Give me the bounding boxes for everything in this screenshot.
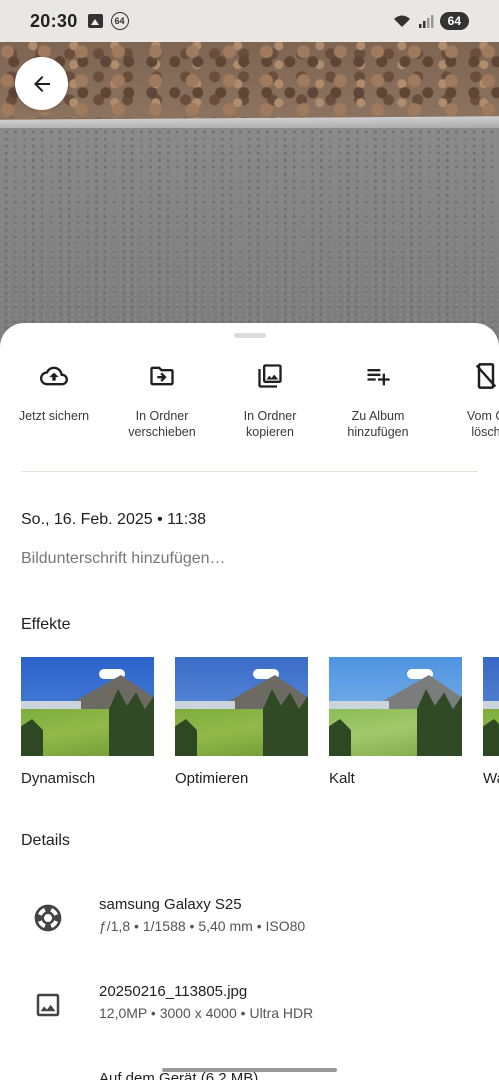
status-right: 64 <box>392 12 469 30</box>
effect-warm[interactable]: Wa <box>483 657 499 787</box>
detail-row-camera: samsung Galaxy S25 ƒ/1,8 • 1/1588 • 5,40… <box>0 896 499 956</box>
camera-model: samsung Galaxy S25 <box>99 896 242 913</box>
status-bar: 20:30 64 64 <box>0 0 499 42</box>
folder-move-icon <box>150 366 174 386</box>
action-row: Jetzt sichern In Ordner verschieben In O… <box>0 358 499 440</box>
action-label: In Ordner kopieren <box>243 409 297 439</box>
megapixels: 12,0MP <box>99 1005 147 1021</box>
action-delete-from-device[interactable]: Vom G lösch <box>432 358 499 440</box>
action-label: Vom G lösch <box>466 409 499 439</box>
notification-badge: 64 <box>110 12 129 30</box>
aperture-value: ƒ/1,8 <box>99 918 131 934</box>
action-copy-to-folder[interactable]: In Ordner kopieren <box>216 358 324 440</box>
photo-date-time: So., 16. Feb. 2025 • 11:38 <box>21 511 206 529</box>
effect-thumbnail <box>21 657 154 756</box>
detail-row-file: 20250216_113805.jpg 12,0MP • 3000 x 4000… <box>0 983 499 1043</box>
playlist-add-icon <box>367 369 390 386</box>
effect-label: Optimieren <box>175 770 249 787</box>
photo-time: 11:38 <box>167 511 207 528</box>
separator-dot: • <box>157 511 168 528</box>
action-label: Jetzt sichern <box>18 409 90 423</box>
effect-cool[interactable]: Kalt <box>329 657 462 787</box>
file-specs: 12,0MP • 3000 x 4000 • Ultra HDR <box>99 1005 313 1021</box>
separator-dot: • <box>134 918 143 934</box>
back-button[interactable] <box>15 57 68 110</box>
details-sheet: Jetzt sichern In Ordner verschieben In O… <box>0 323 499 1080</box>
divider <box>21 471 478 472</box>
iso-value: ISO80 <box>265 918 306 934</box>
image-file-icon <box>36 993 60 1017</box>
image-icon <box>87 14 103 28</box>
status-time: 20:30 <box>30 10 78 31</box>
caption-input[interactable]: Bildunterschrift hinzufügen… <box>21 550 226 568</box>
camera-specs: ƒ/1,8 • 1/1588 • 5,40 mm • ISO80 <box>99 918 305 934</box>
status-left: 20:30 64 <box>30 11 129 32</box>
action-move-to-folder[interactable]: In Ordner verschieben <box>108 358 216 440</box>
effects-title: Effekte <box>21 616 71 633</box>
effect-thumbnail <box>483 657 499 756</box>
effects-row: Dynamisch Optimieren Kalt W <box>21 657 499 787</box>
effect-dynamic[interactable]: Dynamisch <box>21 657 154 787</box>
action-add-to-album[interactable]: Zu Album hinzufügen <box>324 358 432 440</box>
resolution: 3000 x 4000 <box>159 1005 237 1021</box>
photo-date: So., 16. Feb. 2025 <box>21 511 153 528</box>
signal-icon <box>418 15 434 28</box>
cloud-upload-icon <box>40 366 68 386</box>
focal-length-value: 5,40 mm <box>198 918 253 934</box>
file-name: 20250216_113805.jpg <box>99 983 248 1000</box>
hdr-badge: Ultra HDR <box>249 1005 314 1021</box>
copy-images-icon <box>258 364 282 388</box>
photo-preview[interactable] <box>0 0 499 360</box>
action-label: Zu Album hinzufügen <box>347 409 409 439</box>
action-label: In Ordner verschieben <box>128 409 196 439</box>
effect-label: Wa <box>483 770 499 787</box>
separator-dot: • <box>150 1005 160 1021</box>
wifi-icon <box>393 15 410 27</box>
separator-dot: • <box>256 918 266 934</box>
effect-optimize[interactable]: Optimieren <box>175 657 308 787</box>
effect-thumbnail <box>175 657 308 756</box>
device-delete-icon <box>475 363 497 389</box>
details-title: Details <box>21 832 70 849</box>
effect-label: Dynamisch <box>21 770 96 787</box>
action-backup-now[interactable]: Jetzt sichern <box>0 358 108 440</box>
gesture-nav-bar[interactable] <box>162 1068 337 1072</box>
effect-thumbnail <box>329 657 462 756</box>
camera-aperture-icon <box>34 904 62 932</box>
arrow-left-icon <box>33 75 50 92</box>
sheet-drag-handle[interactable] <box>234 333 266 338</box>
battery-indicator: 64 <box>439 12 469 30</box>
photo-leaves <box>0 40 499 118</box>
effect-label: Kalt <box>329 770 355 787</box>
shutter-value: 1/1588 <box>142 918 186 934</box>
